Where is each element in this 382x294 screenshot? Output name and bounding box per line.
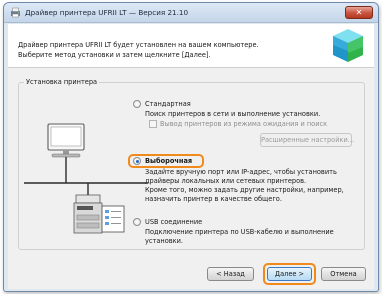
custom-description-3: Кроме того, можно задать другие настройк… bbox=[145, 186, 344, 194]
title-bar: Драйвер принтера UFRII LT — Версия 21.10… bbox=[4, 3, 378, 23]
next-button[interactable]: Далее > bbox=[267, 267, 312, 281]
close-button[interactable]: ✕ bbox=[345, 6, 373, 19]
cancel-button[interactable]: Отмена bbox=[321, 267, 366, 281]
usb-label[interactable]: USB соединение bbox=[145, 218, 202, 226]
standard-radio[interactable] bbox=[133, 100, 141, 108]
intro-text: Драйвер принтера UFRII LT будет установл… bbox=[18, 40, 259, 60]
network-illustration bbox=[24, 123, 148, 234]
back-button[interactable]: < Назад bbox=[207, 267, 254, 281]
document-icon bbox=[101, 205, 125, 233]
usb-description-1: Подключение принтера по USB-кабелю и вып… bbox=[145, 228, 334, 236]
header-panel: Драйвер принтера UFRII LT будет установл… bbox=[8, 24, 374, 68]
custom-description-2: драйверы локальных или сетевых принтеров… bbox=[145, 177, 307, 185]
printer-driver-icon bbox=[11, 7, 20, 18]
usb-radio[interactable] bbox=[133, 218, 141, 226]
wake-and-search-checkbox[interactable] bbox=[149, 120, 157, 128]
custom-description-4: назначить принтер в качестве общего. bbox=[145, 195, 282, 203]
custom-label[interactable]: Выборочная bbox=[145, 157, 192, 165]
computer-icon bbox=[47, 123, 85, 158]
group-label: Установка принтера bbox=[24, 78, 100, 86]
intro-line-1: Драйвер принтера UFRII LT будет установл… bbox=[18, 41, 259, 49]
advanced-settings-button[interactable]: Расширенные настройки... bbox=[260, 133, 354, 147]
window-title: Драйвер принтера UFRII LT — Версия 21.10 bbox=[25, 8, 189, 17]
custom-radio[interactable] bbox=[133, 157, 141, 165]
installer-window: Драйвер принтера UFRII LT — Версия 21.10… bbox=[3, 2, 379, 292]
usb-description-2: установки. bbox=[145, 237, 184, 245]
intro-line-2: Выберите метод установки и затем щелкнит… bbox=[18, 51, 211, 59]
wake-and-search-label: Вывод принтеров из режима ожидания и пои… bbox=[160, 120, 328, 128]
standard-label[interactable]: Стандартная bbox=[145, 100, 191, 108]
dialog-body: Драйвер принтера UFRII LT будет установл… bbox=[8, 24, 374, 289]
printer-icon bbox=[73, 194, 103, 234]
custom-description-1: Задайте вручную порт или IP-адрес, чтобы… bbox=[145, 168, 337, 176]
installer-cube-icon bbox=[333, 29, 363, 62]
standard-description: Поиск принтеров в сети и выполнение уста… bbox=[145, 110, 321, 118]
